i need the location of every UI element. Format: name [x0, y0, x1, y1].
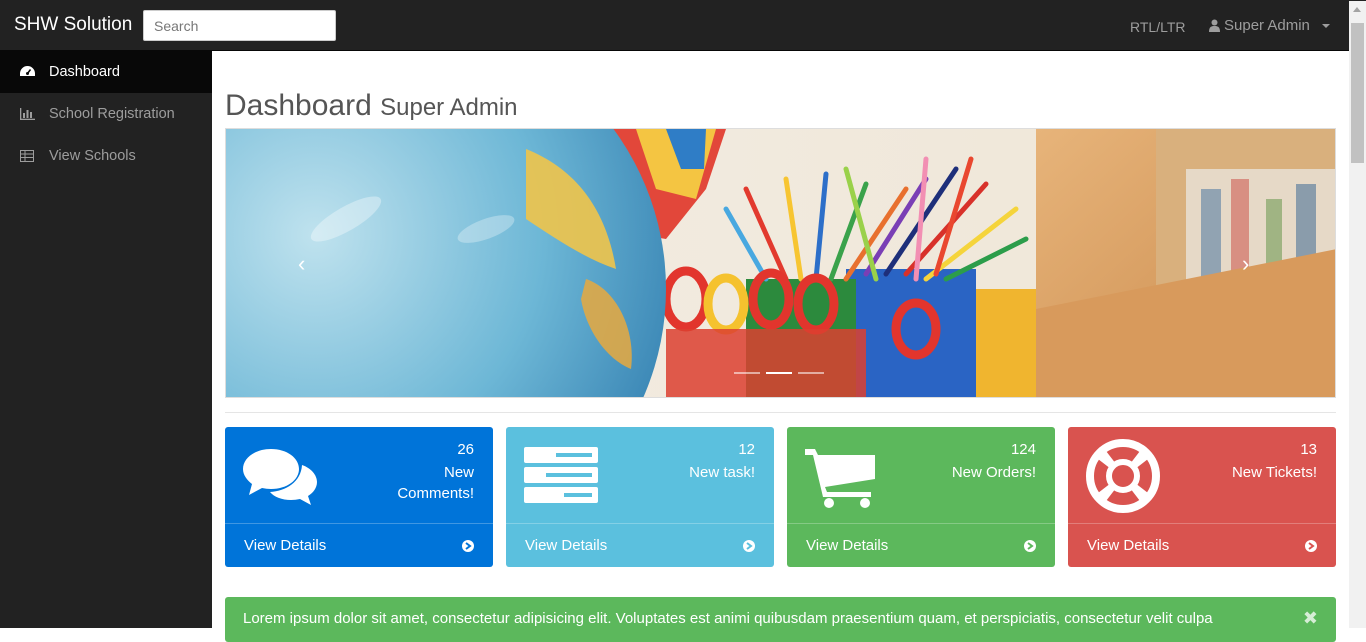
- scrollbar-thumb[interactable]: [1351, 23, 1364, 163]
- panel-tasks: 12 New task! View Details: [506, 427, 774, 567]
- rtl-ltr-toggle[interactable]: RTL/LTR: [1130, 19, 1186, 35]
- arrow-circle-right-icon: [462, 539, 474, 552]
- support-icon: [1086, 439, 1160, 513]
- panel-tickets: 13 New Tickets! View Details: [1068, 427, 1336, 567]
- carousel-indicators: [734, 372, 824, 374]
- user-menu[interactable]: Super Admin: [1209, 17, 1330, 34]
- arrow-circle-right-icon: [1024, 539, 1036, 552]
- carousel-indicator[interactable]: [734, 372, 760, 374]
- table-icon: [19, 149, 35, 163]
- divider: [225, 412, 1336, 413]
- panel-label: New Tickets!: [1231, 464, 1317, 481]
- sidebar: Dashboard School Registration View Schoo…: [0, 51, 212, 628]
- close-icon[interactable]: ✖: [1303, 608, 1318, 629]
- panel-count: 124: [1010, 441, 1036, 458]
- page-title-text: Dashboard: [225, 89, 372, 122]
- panel-count: 13: [1300, 441, 1317, 458]
- view-details-link[interactable]: View Details: [225, 523, 493, 567]
- bar-chart-icon: [19, 107, 35, 121]
- panel-heading: 13 New Tickets!: [1068, 427, 1336, 522]
- carousel-indicator-active[interactable]: [766, 372, 792, 374]
- carousel-next-button[interactable]: ›: [1242, 251, 1249, 277]
- panel-heading: 12 New task!: [506, 427, 774, 522]
- sidebar-item-label: View Schools: [49, 148, 136, 164]
- scroll-up-arrow-icon[interactable]: [1353, 7, 1361, 12]
- sidebar-item-view-schools[interactable]: View Schools: [0, 135, 212, 177]
- dashboard-icon: [19, 65, 35, 79]
- sidebar-item-dashboard[interactable]: Dashboard: [0, 51, 212, 93]
- panel-label: New Comments!: [397, 464, 474, 502]
- shopping-cart-icon: [805, 449, 875, 508]
- page-title: Dashboard Super Admin: [225, 89, 518, 123]
- main-content: Dashboard Super Admin ‹ › 26 New Comment…: [212, 51, 1349, 642]
- panel-label: New Orders!: [951, 464, 1036, 481]
- panel-count: 12: [738, 441, 755, 458]
- brand-title[interactable]: SHW Solution: [14, 14, 132, 36]
- sidebar-item-label: Dashboard: [49, 64, 120, 80]
- panel-label: New task!: [689, 464, 755, 481]
- sidebar-item-school-registration[interactable]: School Registration: [0, 93, 212, 135]
- panel-orders: 124 New Orders! View Details: [787, 427, 1055, 567]
- arrow-circle-right-icon: [743, 539, 755, 552]
- view-details-label: View Details: [525, 537, 608, 554]
- search-input[interactable]: [143, 10, 336, 41]
- view-details-label: View Details: [244, 537, 327, 554]
- success-alert: Lorem ipsum dolor sit amet, consectetur …: [225, 597, 1336, 642]
- panel-heading: 26 New Comments!: [225, 427, 493, 522]
- comments-icon: [243, 449, 317, 505]
- page-subtitle: Super Admin: [380, 94, 518, 121]
- view-details-link[interactable]: View Details: [506, 523, 774, 567]
- user-name: Super Admin: [1224, 17, 1310, 34]
- page-scrollbar[interactable]: [1349, 1, 1366, 628]
- panel-comments: 26 New Comments! View Details: [225, 427, 493, 567]
- user-icon: [1209, 19, 1220, 32]
- view-details-label: View Details: [806, 537, 889, 554]
- alert-text: Lorem ipsum dolor sit amet, consectetur …: [243, 610, 1213, 627]
- top-navbar: SHW Solution RTL/LTR Super Admin: [0, 0, 1366, 51]
- panel-count: 26: [457, 441, 474, 458]
- carousel-indicator[interactable]: [798, 372, 824, 374]
- carousel-prev-button[interactable]: ‹: [298, 251, 305, 277]
- tasks-icon: [524, 447, 598, 503]
- carousel-slide-image: [226, 129, 1335, 397]
- caret-down-icon: [1321, 23, 1330, 28]
- arrow-circle-right-icon: [1305, 539, 1317, 552]
- view-details-link[interactable]: View Details: [1068, 523, 1336, 567]
- image-carousel: ‹ ›: [225, 128, 1336, 398]
- panel-heading: 124 New Orders!: [787, 427, 1055, 522]
- view-details-link[interactable]: View Details: [787, 523, 1055, 567]
- view-details-label: View Details: [1087, 537, 1170, 554]
- sidebar-item-label: School Registration: [49, 106, 175, 122]
